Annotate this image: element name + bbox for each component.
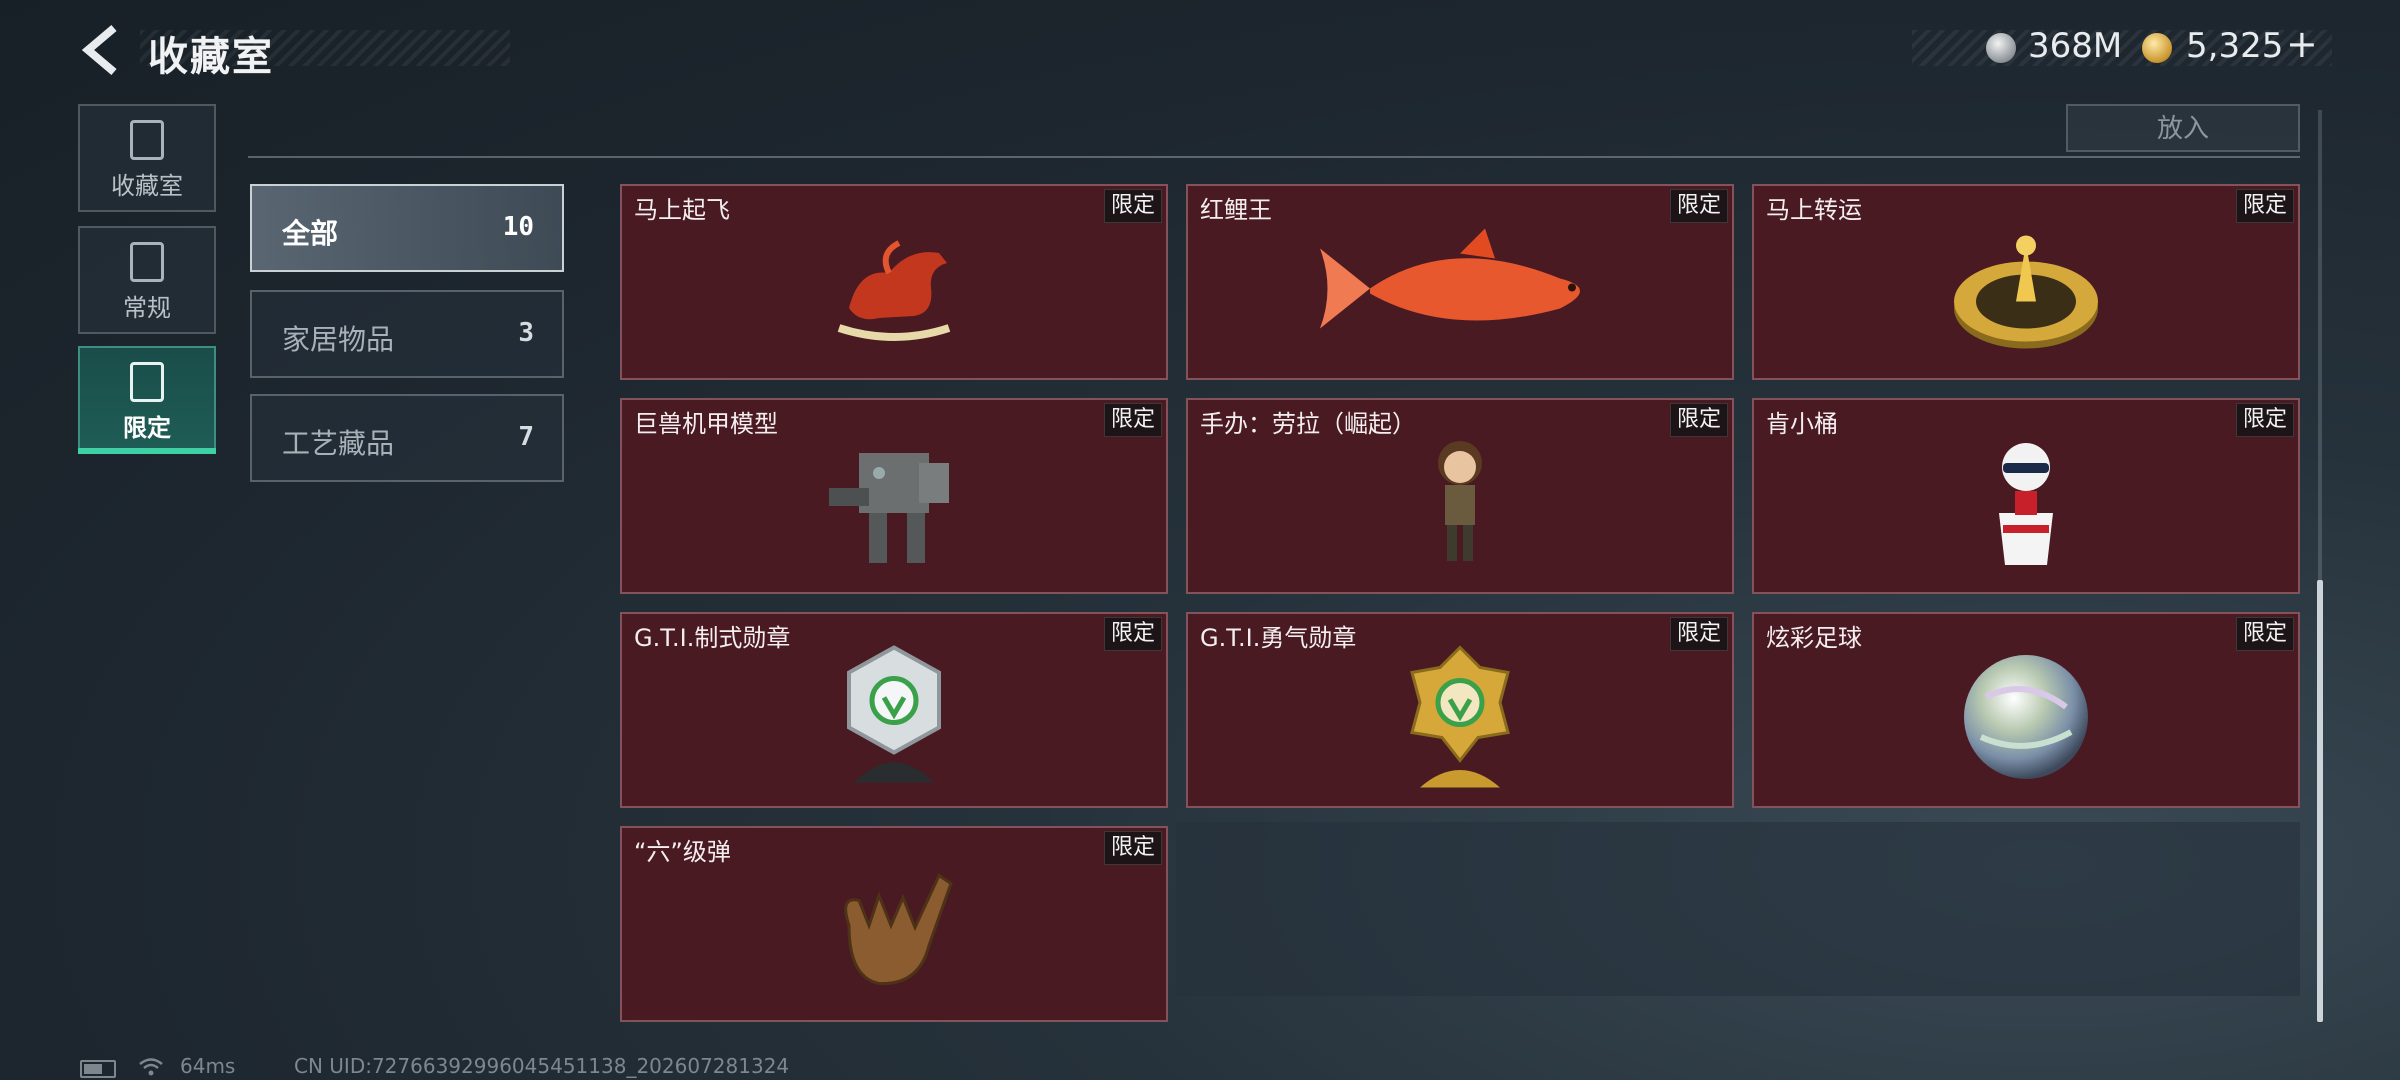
- empty-grid-area: [1176, 822, 2300, 996]
- battery-icon: [80, 1060, 116, 1078]
- silver-coin-icon: [1986, 33, 2016, 63]
- item-card[interactable]: G.T.I.制式勋章 限定: [620, 612, 1168, 808]
- filter-home-items[interactable]: 家居物品 3: [250, 290, 564, 378]
- nav-label: 限定: [123, 414, 171, 442]
- shaka-hand-icon: [844, 873, 953, 986]
- gold-coin-icon: [2142, 33, 2172, 63]
- golden-wheel-icon: [1954, 235, 2098, 349]
- item-card[interactable]: 马上起飞 限定: [620, 184, 1168, 380]
- nav-item-regular[interactable]: 常规: [78, 226, 216, 334]
- back-arrow-icon[interactable]: [78, 22, 124, 78]
- limited-badge: 限定: [2236, 617, 2294, 651]
- item-card[interactable]: “六”级弹 限定: [620, 826, 1168, 1022]
- limited-badge: 限定: [1670, 617, 1728, 651]
- item-name: 马上起飞: [634, 196, 730, 224]
- item-card[interactable]: 炫彩足球 限定: [1752, 612, 2300, 808]
- active-indicator: [78, 448, 216, 454]
- item-name: 巨兽机甲模型: [634, 410, 778, 438]
- silver-amount: 368M: [2028, 26, 2123, 66]
- item-card[interactable]: 手办：劳拉（崛起） 限定: [1186, 398, 1734, 594]
- limited-badge: 限定: [1104, 189, 1162, 223]
- item-name: G.T.I.勇气勋章: [1200, 624, 1357, 652]
- iridescent-ball-icon: [1964, 655, 2088, 779]
- silver-medal-icon: [847, 645, 941, 783]
- item-name: 马上转运: [1766, 196, 1862, 224]
- item-card[interactable]: 红鲤王 限定: [1186, 184, 1734, 380]
- filter-count: 3: [518, 318, 534, 348]
- filter-label: 工艺藏品: [282, 427, 395, 460]
- ping-display: 64ms: [180, 1054, 236, 1078]
- item-name: G.T.I.制式勋章: [634, 624, 791, 652]
- gold-amount: 5,325: [2186, 26, 2284, 66]
- filter-count: 10: [502, 212, 534, 242]
- item-name: 红鲤王: [1200, 196, 1272, 224]
- divider: [248, 156, 2300, 158]
- filter-craft-collectibles[interactable]: 工艺藏品 7: [250, 394, 564, 482]
- nav-item-collection[interactable]: 收藏室: [78, 104, 216, 212]
- nav-item-limited[interactable]: 限定: [78, 346, 216, 454]
- filter-label: 家居物品: [282, 323, 395, 356]
- item-card[interactable]: 巨兽机甲模型 限定: [620, 398, 1168, 594]
- horse-rocking-icon: [837, 240, 951, 341]
- limited-badge: 限定: [1104, 617, 1162, 651]
- limited-badge: 限定: [2236, 189, 2294, 223]
- item-card[interactable]: G.T.I.勇气勋章 限定: [1186, 612, 1734, 808]
- limited-badge: 限定: [1104, 403, 1162, 437]
- limited-badge: 限定: [1104, 831, 1162, 865]
- item-name: 炫彩足球: [1766, 624, 1862, 652]
- item-name: 肯小桶: [1766, 410, 1838, 438]
- filter-count: 7: [518, 422, 534, 452]
- nav-label: 常规: [123, 294, 171, 322]
- uid-display: CN UID:72766392996045451138_202607281324: [294, 1054, 790, 1078]
- collection-icon: [130, 120, 164, 160]
- limited-icon: [130, 362, 164, 402]
- item-name: “六”级弹: [634, 838, 731, 866]
- filter-label: 全部: [282, 217, 339, 250]
- mech-model-icon: [829, 453, 949, 563]
- add-currency-button[interactable]: +: [2286, 22, 2318, 66]
- put-in-button[interactable]: 放入: [2066, 104, 2300, 152]
- item-card[interactable]: 肯小桶 限定: [1752, 398, 2300, 594]
- item-name: 手办：劳拉（崛起）: [1200, 410, 1416, 438]
- limited-badge: 限定: [2236, 403, 2294, 437]
- item-card[interactable]: 马上转运 限定: [1752, 184, 2300, 380]
- kfc-bucket-figure-icon: [1999, 443, 2053, 565]
- limited-badge: 限定: [1670, 189, 1728, 223]
- scrollbar-thumb[interactable]: [2317, 580, 2323, 1022]
- gold-medal-icon: [1410, 645, 1510, 788]
- regular-icon: [130, 242, 164, 282]
- limited-badge: 限定: [1670, 403, 1728, 437]
- nav-label: 收藏室: [111, 172, 183, 200]
- lara-figure-icon: [1438, 441, 1482, 561]
- filter-all[interactable]: 全部 10: [250, 184, 564, 272]
- wifi-icon: [139, 1058, 163, 1076]
- page-title: 收藏室: [148, 34, 274, 80]
- red-carp-icon: [1320, 228, 1580, 329]
